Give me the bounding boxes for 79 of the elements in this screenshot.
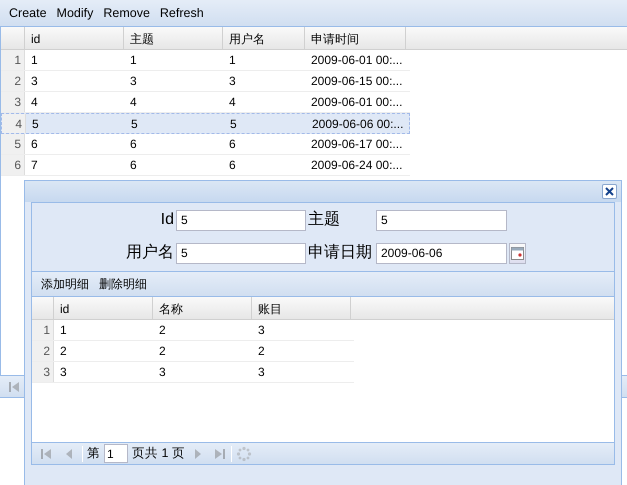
row-number: 2 [32,341,54,361]
table-cell-text: 5 [130,116,139,132]
table-cell-text: 6 [30,136,39,153]
table-cell-text: 2009-06-17 00:... [310,136,404,153]
table-cell-text: 2009-06-01 00:... [310,94,404,111]
page-number-field[interactable]: 1 [104,444,128,463]
field-label: 申请日期 [308,242,373,263]
table-cell-text: 2009-06-06 00:... [311,116,404,132]
table-cell-text: 6 [228,157,237,174]
table-cell-text: 6 [129,157,138,174]
table-cell-text: 3 [158,364,167,381]
table-row[interactable]: 1 1 2 3 [32,320,354,341]
table-cell-text: 1 [30,52,39,69]
calendar-icon [511,246,524,260]
toolbar-button[interactable]: Create [4,3,52,23]
table-row[interactable]: 2 2 2 2 [32,341,354,362]
table-cell-text: 4 [30,94,39,111]
row-number: 2 [1,71,25,91]
table-row[interactable]: 6 7 6 6 2009-06-24 00:... [1,155,410,176]
table-cell-text: 2 [59,343,68,360]
table-cell-text: 3 [30,73,39,90]
row-number: 3 [1,92,25,112]
table-cell-text: 3 [129,73,138,90]
toolbar-button[interactable]: Modify [52,3,98,23]
table-row[interactable]: 3 3 3 3 [32,362,354,383]
row-number: 1 [1,50,25,70]
table-row[interactable]: 2 3 3 3 2009-06-15 00:... [1,71,410,92]
table-cell-text: 2009-06-24 00:... [310,157,404,174]
table-cell-text: 3 [257,322,266,339]
toolbar-button[interactable]: 添加明细 [36,274,94,294]
column-header[interactable]: 账目 [252,297,351,319]
table-cell-text: 5 [229,116,238,132]
field-label: 主题 [308,210,341,230]
refresh-icon [236,446,252,462]
toolbar-button[interactable]: 删除明细 [94,274,152,294]
table-cell-text: 1 [59,322,68,339]
row-number: 6 [1,155,25,175]
field-label: 用户名 [125,242,174,263]
table-cell-text: 1 [129,52,138,69]
row-number: 1 [32,320,54,340]
table-cell-text: 2 [257,343,266,360]
table-cell-text: 2009-06-01 00:... [310,52,404,69]
table-cell-text: 2009-06-15 00:... [310,73,404,90]
table-cell-text: 3 [228,73,237,90]
table-row[interactable]: 5 6 6 6 2009-06-17 00:... [1,134,410,155]
table-cell-text: 1 [228,52,237,69]
table-cell-text: 2 [158,343,167,360]
table-cell-text: 5 [31,116,40,132]
date-picker-button[interactable] [509,242,526,264]
table-cell-text: 4 [129,94,138,111]
input-field[interactable]: 5 [376,210,507,230]
close-button[interactable] [602,184,617,199]
input-field[interactable]: 5 [176,210,306,230]
table-cell-text: 4 [228,94,237,111]
column-header[interactable]: 名称 [153,297,252,319]
toolbar-button[interactable]: Remove [98,3,155,23]
table-cell-text: 7 [30,157,39,174]
field-label: Id [160,210,174,230]
column-header[interactable]: 用户名 [223,27,305,49]
column-header[interactable]: 主题 [124,27,223,49]
pager-text: 第 [87,445,100,462]
table-row[interactable]: 1 1 1 1 2009-06-01 00:... [1,50,410,71]
table-cell-text: 2 [158,322,167,339]
column-header[interactable]: 申请时间 [305,27,406,49]
table-cell-text: 3 [59,364,68,381]
column-header[interactable]: id [54,297,153,319]
row-number: 4 [2,114,26,133]
input-field[interactable]: 5 [176,242,306,264]
table-cell-text: 6 [228,136,237,153]
row-number: 3 [32,362,54,382]
table-cell-text: 3 [257,364,266,381]
row-number: 5 [1,134,25,154]
pager-text: 页共 1 页 [132,445,185,462]
input-field[interactable]: 2009-06-06 [376,242,507,264]
table-row[interactable]: 4 5 5 5 2009-06-06 00:... [1,113,410,134]
close-icon [605,187,614,196]
toolbar-button[interactable]: Refresh [154,3,209,23]
table-cell-text: 6 [129,136,138,153]
column-header[interactable]: id [25,27,124,49]
